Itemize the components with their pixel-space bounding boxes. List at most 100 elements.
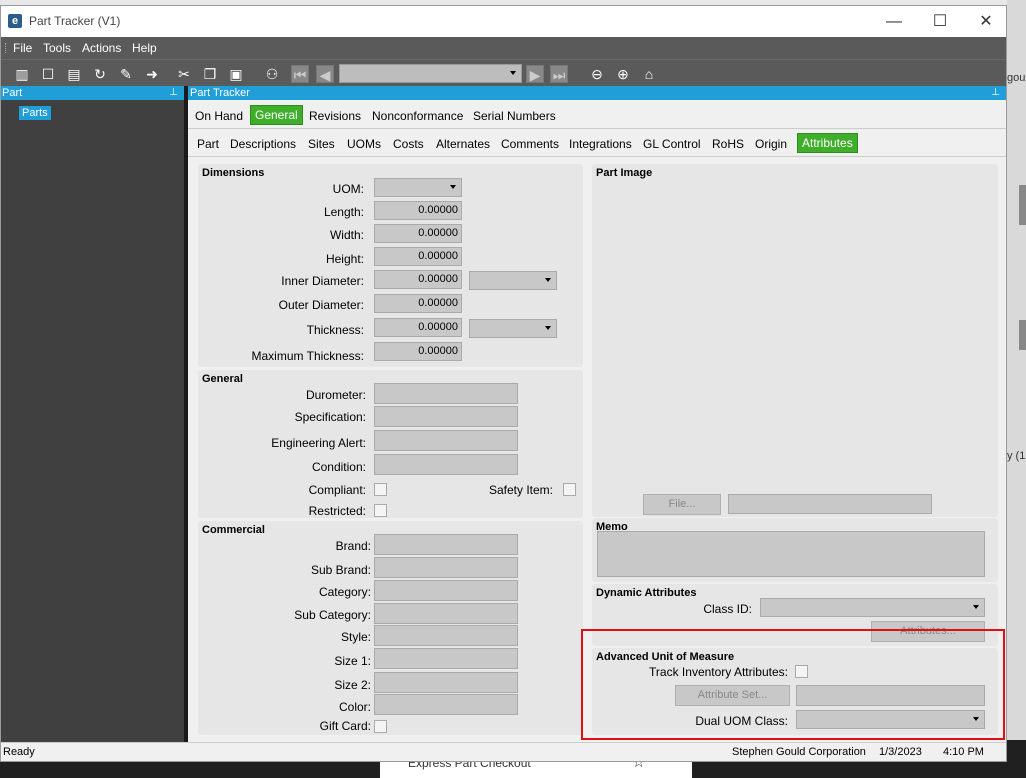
maximum-thickness-field[interactable]: 0.00000 [374, 342, 462, 361]
uom-combo[interactable] [374, 178, 462, 197]
engineering-alert-label: Engineering Alert: [271, 436, 366, 450]
width-field[interactable]: 0.00000 [374, 224, 462, 243]
color-field[interactable] [374, 694, 518, 715]
general-title: General [202, 373, 243, 385]
home-icon[interactable]: ⌂ [640, 65, 658, 83]
length-field[interactable]: 0.00000 [374, 201, 462, 220]
tab-integrations[interactable]: Integrations [569, 137, 632, 151]
safety-item-checkbox[interactable] [563, 483, 576, 496]
tab-alternates[interactable]: Alternates [436, 137, 490, 151]
background-block [1019, 185, 1026, 225]
status-bar: Ready Stephen Gould Corporation 1/3/2023… [1, 742, 1006, 761]
refresh-icon[interactable]: ↻ [91, 65, 109, 83]
image-file-path-field[interactable] [728, 494, 932, 514]
forward-icon[interactable]: ⊕ [614, 65, 632, 83]
file-button[interactable]: File... [643, 494, 721, 515]
size-2-field[interactable] [374, 672, 518, 693]
class-id-combo[interactable] [760, 598, 985, 617]
tab-descriptions[interactable]: Descriptions [230, 137, 296, 151]
brand-label: Brand: [335, 539, 371, 553]
status-time: 4:10 PM [943, 746, 984, 758]
delete-icon[interactable]: ▤ [65, 65, 83, 83]
record-navigation-combo[interactable] [339, 64, 522, 83]
maximize-button[interactable]: ☐ [917, 6, 963, 37]
commercial-title: Commercial [202, 524, 265, 536]
pin-icon[interactable]: ⊥ [991, 86, 1000, 100]
restricted-label: Restricted: [308, 504, 366, 518]
menu-tools[interactable]: Tools [43, 41, 71, 55]
dimensions-group: Dimensions UOM: Length: 0.00000 Width: 0… [198, 164, 583, 367]
tab-comments[interactable]: Comments [501, 137, 559, 151]
go-icon[interactable]: ➜ [143, 65, 161, 83]
tree-pane: Part ⊥ Parts [1, 86, 184, 742]
size-1-field[interactable] [374, 648, 518, 669]
background-text: y (1 [1007, 450, 1026, 462]
tab-sites[interactable]: Sites [308, 137, 335, 151]
condition-field[interactable] [374, 454, 518, 475]
minimize-button[interactable]: — [871, 6, 917, 37]
book-icon[interactable]: ▥ [13, 65, 31, 83]
part-image-group: Part Image File... [592, 164, 998, 517]
new-icon[interactable]: ☐ [39, 65, 57, 83]
memo-field[interactable] [597, 531, 985, 577]
sub-category-field[interactable] [374, 603, 518, 624]
size-1-label: Size 1: [334, 654, 371, 668]
tree-pane-title: Part [2, 87, 23, 99]
tab-nonconformance[interactable]: Nonconformance [372, 109, 463, 123]
tab-attributes[interactable]: Attributes [797, 133, 858, 153]
tab-revisions[interactable]: Revisions [309, 109, 361, 123]
tab-serial-numbers[interactable]: Serial Numbers [473, 109, 556, 123]
thickness-field[interactable]: 0.00000 [374, 318, 462, 337]
tree-node-parts[interactable]: Parts [19, 106, 51, 120]
specification-field[interactable] [374, 406, 518, 427]
restricted-checkbox[interactable] [374, 504, 387, 517]
width-label: Width: [329, 228, 364, 242]
next-record-icon[interactable]: ▶ [526, 65, 544, 83]
durometer-label: Durometer: [305, 388, 366, 402]
tab-part[interactable]: Part [197, 137, 219, 151]
last-record-icon[interactable]: ⏭ [550, 65, 568, 83]
thickness-uom-combo[interactable] [469, 319, 557, 338]
menu-actions[interactable]: Actions [82, 41, 121, 55]
compliant-checkbox[interactable] [374, 483, 387, 496]
gift-card-label: Gift Card: [319, 719, 371, 733]
clear-icon[interactable]: ✎ [117, 65, 135, 83]
copy-icon[interactable]: ❐ [201, 65, 219, 83]
close-button[interactable]: ✕ [963, 6, 1006, 37]
first-record-icon[interactable]: ⏮ [291, 65, 309, 83]
paste-icon[interactable]: ▣ [227, 65, 245, 83]
dynamic-attributes-title: Dynamic Attributes [596, 587, 697, 599]
height-field[interactable]: 0.00000 [374, 247, 462, 266]
menu-help[interactable]: Help [132, 41, 157, 55]
back-icon[interactable]: ⊖ [588, 65, 606, 83]
previous-record-icon[interactable]: ◀ [316, 65, 334, 83]
size-2-label: Size 2: [334, 678, 371, 692]
outer-diameter-field[interactable]: 0.00000 [374, 294, 462, 313]
durometer-field[interactable] [374, 383, 518, 404]
brand-field[interactable] [374, 534, 518, 555]
style-field[interactable] [374, 625, 518, 646]
binoculars-icon[interactable]: ⚇ [263, 65, 281, 83]
menu-file[interactable]: File [13, 41, 32, 55]
sub-brand-label: Sub Brand: [310, 563, 371, 577]
inner-diameter-field[interactable]: 0.00000 [374, 270, 462, 289]
tab-rohs[interactable]: RoHS [712, 137, 744, 151]
cut-icon[interactable]: ✂ [175, 65, 193, 83]
inner-diameter-uom-combo[interactable] [469, 271, 557, 290]
tab-origin[interactable]: Origin [755, 137, 787, 151]
category-field[interactable] [374, 580, 518, 601]
uom-label: UOM: [332, 182, 364, 196]
specification-label: Specification: [294, 410, 366, 424]
tab-gl-control[interactable]: GL Control [643, 137, 701, 151]
tab-costs[interactable]: Costs [393, 137, 424, 151]
tab-uoms[interactable]: UOMs [347, 137, 381, 151]
thickness-label: Thickness: [306, 323, 364, 337]
pin-icon[interactable]: ⊥ [169, 86, 178, 100]
style-label: Style: [340, 630, 371, 644]
engineering-alert-field[interactable] [374, 430, 518, 451]
inner-diameter-label: Inner Diameter: [281, 274, 364, 288]
tab-on-hand[interactable]: On Hand [195, 109, 243, 123]
sub-brand-field[interactable] [374, 557, 518, 578]
tab-general[interactable]: General [250, 105, 303, 125]
gift-card-checkbox[interactable] [374, 720, 387, 733]
